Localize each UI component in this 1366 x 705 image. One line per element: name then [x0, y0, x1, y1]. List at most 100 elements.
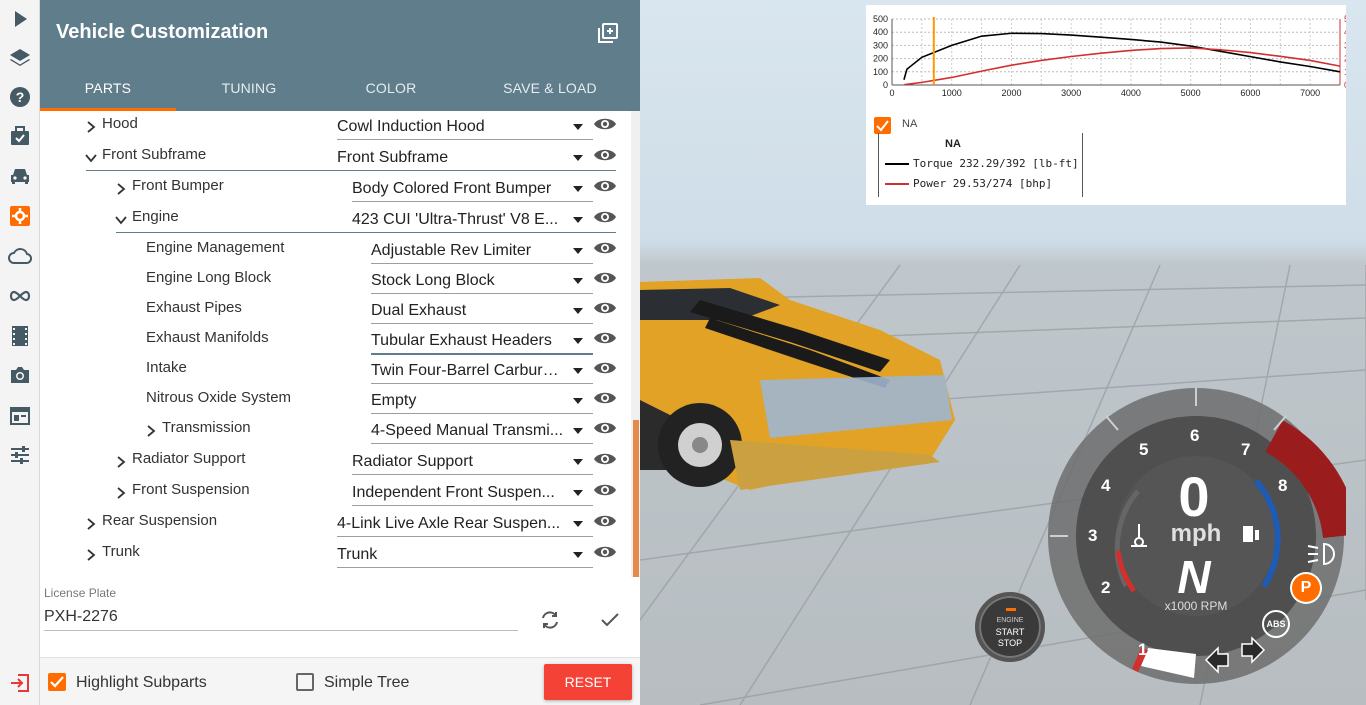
chevron-right-icon[interactable]	[84, 120, 98, 134]
part-row[interactable]: Rear Suspension 4-Link Live Axle Rear Sus…	[40, 512, 630, 542]
part-select[interactable]: Dual Exhaust	[371, 302, 567, 320]
chevron-right-icon[interactable]	[84, 517, 98, 531]
dropdown-arrow-icon[interactable]	[573, 490, 583, 496]
reset-button[interactable]: RESET	[544, 664, 632, 700]
visibility-eye-icon[interactable]	[593, 146, 617, 164]
part-row[interactable]: Exhaust Manifolds Tubular Exhaust Headers	[40, 329, 630, 359]
part-row[interactable]: Engine Long Block Stock Long Block	[40, 269, 630, 299]
chevron-right-icon[interactable]	[114, 486, 128, 500]
visibility-eye-icon[interactable]	[593, 239, 617, 257]
visibility-eye-icon[interactable]	[593, 543, 617, 561]
part-row[interactable]: Intake Twin Four-Barrel Carburetors	[40, 359, 630, 389]
vehicle-config-icon[interactable]	[6, 202, 34, 230]
part-select[interactable]: Cowl Induction Hood	[337, 118, 567, 136]
mission-icon[interactable]	[6, 122, 34, 150]
options-sliders-icon[interactable]	[6, 441, 34, 469]
part-row[interactable]: Engine 423 CUI 'Ultra-Thrust' V8 E...	[40, 208, 630, 238]
visibility-eye-icon[interactable]	[593, 450, 617, 468]
part-row[interactable]: Nitrous Oxide System Empty	[40, 389, 630, 419]
ui-apps-icon[interactable]	[6, 402, 34, 430]
vehicle-icon[interactable]	[6, 162, 34, 190]
dropdown-arrow-icon[interactable]	[573, 248, 583, 254]
infinity-icon[interactable]	[6, 282, 34, 310]
dropdown-arrow-icon[interactable]	[573, 552, 583, 558]
visibility-eye-icon[interactable]	[593, 269, 617, 287]
randomize-plate-icon[interactable]	[538, 608, 562, 632]
part-row[interactable]: Engine Management Adjustable Rev Limiter	[40, 239, 630, 269]
part-select[interactable]: Empty	[371, 392, 567, 410]
visibility-eye-icon[interactable]	[593, 299, 617, 317]
part-select[interactable]: Stock Long Block	[371, 272, 567, 290]
part-row[interactable]: Front Subframe Front Subframe	[40, 146, 630, 176]
chevron-down-icon[interactable]	[114, 213, 128, 227]
dropdown-arrow-icon[interactable]	[573, 459, 583, 465]
visibility-eye-icon[interactable]	[593, 359, 617, 377]
chevron-down-icon[interactable]	[84, 151, 98, 165]
chevron-right-icon[interactable]	[114, 182, 128, 196]
3d-viewport[interactable]: 5004003002001000500400300200100001000200…	[640, 0, 1366, 705]
dropdown-arrow-icon[interactable]	[573, 124, 583, 130]
svg-text:?: ?	[16, 89, 25, 105]
layers-icon[interactable]	[6, 44, 34, 72]
part-select[interactable]: 4-Link Live Axle Rear Suspen...	[337, 515, 567, 533]
dropdown-arrow-icon[interactable]	[573, 368, 583, 374]
visibility-eye-icon[interactable]	[593, 481, 617, 499]
visibility-eye-icon[interactable]	[593, 208, 617, 226]
part-row[interactable]: Hood Cowl Induction Hood	[40, 115, 630, 145]
simple-tree-checkbox[interactable]	[296, 673, 314, 691]
dropdown-arrow-icon[interactable]	[573, 217, 583, 223]
part-label: Transmission	[162, 419, 251, 436]
part-select[interactable]: Radiator Support	[352, 453, 567, 471]
part-select[interactable]: Front Subframe	[337, 149, 567, 167]
visibility-eye-icon[interactable]	[593, 329, 617, 347]
dropdown-arrow-icon[interactable]	[573, 186, 583, 192]
dropdown-arrow-icon[interactable]	[573, 278, 583, 284]
visibility-eye-icon[interactable]	[593, 115, 617, 133]
part-select[interactable]: 423 CUI 'Ultra-Thrust' V8 E...	[352, 211, 567, 229]
visibility-eye-icon[interactable]	[593, 419, 617, 437]
tab-save-load[interactable]: SAVE & LOAD	[460, 80, 640, 111]
exit-icon[interactable]	[6, 669, 34, 697]
part-row[interactable]: Front Bumper Body Colored Front Bumper	[40, 177, 630, 207]
na-checkbox[interactable]	[874, 117, 891, 134]
cloud-icon[interactable]	[6, 242, 34, 270]
part-row[interactable]: Front Suspension Independent Front Suspen…	[40, 481, 630, 511]
visibility-eye-icon[interactable]	[593, 512, 617, 530]
tab-parts[interactable]: PARTS	[40, 80, 176, 111]
part-select[interactable]: Tubular Exhaust Headers	[371, 332, 567, 350]
engine-start-stop-button[interactable]: ENGINE START STOP	[975, 592, 1045, 662]
part-select[interactable]: Trunk	[337, 546, 567, 564]
dropdown-arrow-icon[interactable]	[573, 155, 583, 161]
tab-tuning[interactable]: TUNING	[176, 80, 322, 111]
part-select[interactable]: Adjustable Rev Limiter	[371, 242, 567, 260]
chevron-right-icon[interactable]	[144, 424, 158, 438]
help-icon[interactable]: ?	[6, 83, 34, 111]
scrollbar-thumb[interactable]	[633, 420, 639, 577]
camera-icon[interactable]	[6, 361, 34, 389]
part-row[interactable]: Exhaust Pipes Dual Exhaust	[40, 299, 630, 329]
dropdown-arrow-icon[interactable]	[573, 521, 583, 527]
dropdown-arrow-icon[interactable]	[573, 338, 583, 344]
chevron-right-icon[interactable]	[84, 548, 98, 562]
part-row[interactable]: Trunk Trunk	[40, 543, 630, 573]
part-select[interactable]: Twin Four-Barrel Carburetors	[371, 362, 567, 380]
dropdown-arrow-icon[interactable]	[573, 428, 583, 434]
part-select[interactable]: Body Colored Front Bumper	[352, 180, 567, 198]
part-select[interactable]: 4-Speed Manual Transmi...	[371, 422, 567, 440]
play-icon[interactable]	[6, 5, 34, 33]
part-row[interactable]: Transmission 4-Speed Manual Transmi...	[40, 419, 630, 449]
license-plate-input[interactable]: PXH-2276	[44, 608, 118, 626]
highlight-subparts-checkbox[interactable]	[48, 673, 66, 691]
row-underline	[337, 536, 593, 537]
part-select[interactable]: Independent Front Suspen...	[352, 484, 567, 502]
part-row[interactable]: Radiator Support Radiator Support	[40, 450, 630, 480]
dropdown-arrow-icon[interactable]	[573, 308, 583, 314]
visibility-eye-icon[interactable]	[593, 389, 617, 407]
dropdown-arrow-icon[interactable]	[573, 398, 583, 404]
tab-color[interactable]: COLOR	[322, 80, 460, 111]
apply-plate-icon[interactable]	[598, 608, 622, 632]
chevron-right-icon[interactable]	[114, 455, 128, 469]
visibility-eye-icon[interactable]	[593, 177, 617, 195]
add-window-icon[interactable]	[596, 21, 620, 45]
film-icon[interactable]	[6, 322, 34, 350]
